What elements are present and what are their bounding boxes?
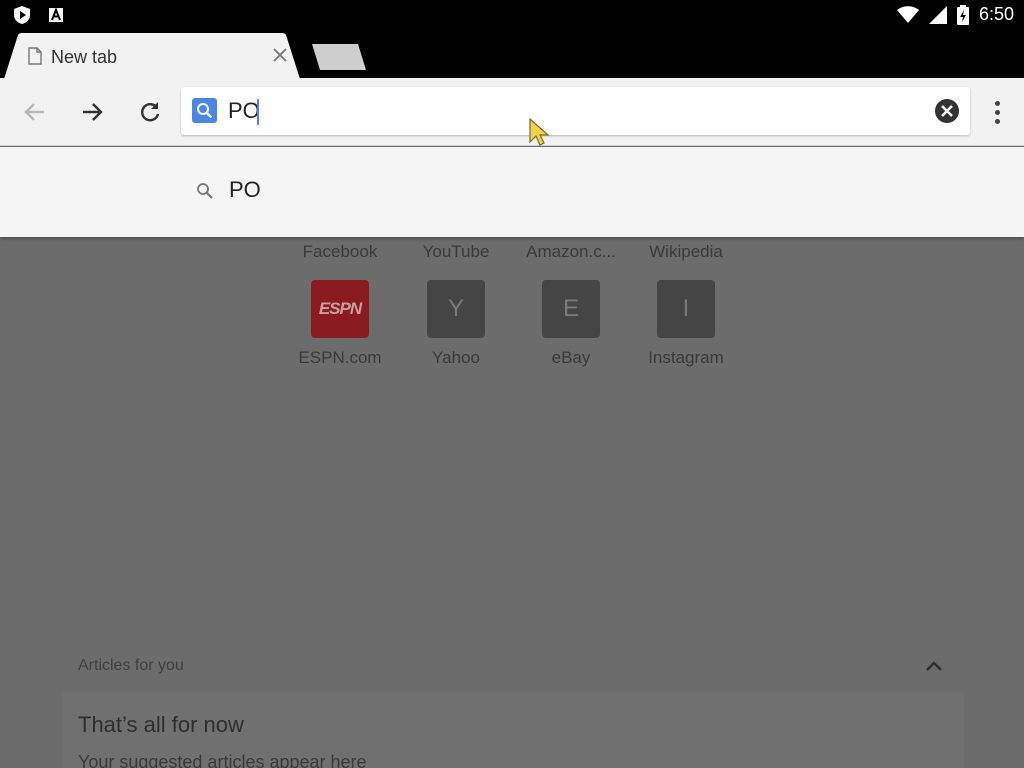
tile-label-wikipedia[interactable]: Wikipedia [626, 242, 746, 262]
card-subtitle: Your suggested articles appear here [78, 752, 367, 768]
a-box-icon [49, 7, 63, 22]
tile-label-amazon[interactable]: Amazon.c... [511, 242, 631, 262]
forward-button[interactable] [78, 98, 106, 126]
back-button[interactable] [21, 98, 49, 126]
tile-label-youtube[interactable]: YouTube [396, 242, 516, 262]
wifi-icon [896, 5, 919, 23]
suggestion-text: PO [229, 177, 261, 202]
new-tab-icon[interactable] [310, 44, 368, 70]
tab-title: New tab [51, 47, 118, 67]
articles-card: That’s all for now Your suggested articl… [62, 692, 964, 768]
espn-tile-icon[interactable]: ESPN [311, 280, 369, 338]
reload-button[interactable] [136, 98, 164, 126]
search-icon [192, 98, 217, 123]
mouse-cursor-icon [529, 118, 550, 146]
tile-label-yahoo[interactable]: Yahoo [396, 348, 516, 368]
close-icon[interactable] [270, 45, 290, 65]
shield-play-icon [14, 6, 30, 24]
battery-charging-icon [956, 4, 969, 25]
new-tab-page: Facebook YouTube Amazon.c... Wikipedia E… [0, 146, 1024, 768]
omnibox-suggestions: PO [0, 147, 1024, 237]
search-icon [197, 183, 213, 199]
instagram-tile-icon[interactable]: I [657, 280, 715, 338]
tile-label-espn[interactable]: ESPN.com [280, 348, 400, 368]
reload-icon [141, 102, 160, 122]
arrow-right-icon [83, 103, 103, 121]
status-bar: 6:50 [0, 0, 1024, 30]
document-icon [28, 47, 42, 65]
omnibox[interactable] [181, 87, 970, 135]
arrow-left-icon [24, 103, 44, 121]
articles-header: Articles for you [78, 657, 184, 674]
clear-icon[interactable] [934, 98, 960, 124]
more-vert-icon[interactable] [985, 97, 1009, 127]
card-title: That’s all for now [78, 712, 244, 737]
chevron-up-icon[interactable] [922, 654, 946, 678]
omnibox-input[interactable] [228, 95, 918, 127]
status-time: 6:50 [978, 4, 1014, 24]
tab-strip: New tab [0, 30, 1024, 79]
tab-new-tab[interactable]: New tab [4, 33, 330, 79]
signal-icon [928, 5, 947, 24]
ebay-tile-icon[interactable]: E [542, 280, 600, 338]
yahoo-tile-icon[interactable]: Y [427, 280, 485, 338]
tile-label-facebook[interactable]: Facebook [280, 242, 400, 262]
tile-label-instagram[interactable]: Instagram [626, 348, 746, 368]
tile-label-ebay[interactable]: eBay [511, 348, 631, 368]
toolbar [0, 78, 1024, 146]
suggestion-item[interactable]: PO [0, 147, 1024, 235]
text-caret [257, 99, 259, 125]
